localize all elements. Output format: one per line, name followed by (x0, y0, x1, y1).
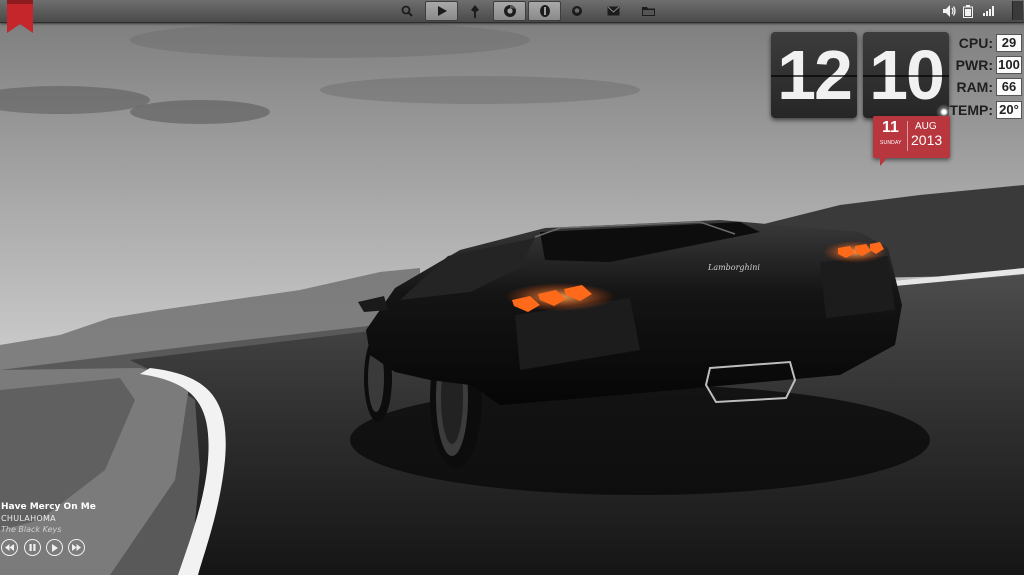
tray-volume-button[interactable] (942, 3, 956, 19)
cpu-value: 29 (996, 34, 1022, 52)
date-divider (907, 121, 908, 151)
show-desktop-icon[interactable] (1012, 1, 1023, 20)
play-button[interactable] (46, 539, 63, 556)
pwr-label: PWR: (955, 57, 993, 73)
mail-icon (607, 6, 619, 16)
cpu-label: CPU: (958, 35, 993, 51)
track-album: CHULAHOMA (1, 514, 56, 523)
system-tray (942, 0, 1024, 22)
svg-text:Lamborghini: Lamborghini (707, 263, 760, 272)
tray-network-button[interactable] (982, 3, 996, 19)
dock-chrome-button[interactable] (493, 1, 526, 21)
previous-track-button[interactable] (1, 539, 18, 556)
folder-icon (641, 7, 655, 16)
clock-hours-text: 12 (777, 36, 853, 114)
dock-security-button[interactable] (528, 1, 561, 21)
next-icon (72, 544, 81, 551)
clock-minutes-text: 10 (869, 36, 945, 114)
volume-icon (942, 5, 956, 17)
dock-plugin-button[interactable] (460, 1, 490, 21)
dock-github-button[interactable] (562, 1, 592, 21)
plugin-icon (471, 4, 479, 18)
bookmark-ribbon-icon[interactable] (7, 0, 33, 33)
pause-icon (29, 544, 36, 551)
clock-hours: 12 (771, 32, 857, 118)
date-weekday: SUNDAY (880, 140, 902, 146)
dock-search-button[interactable] (392, 1, 422, 21)
track-title: Have Mercy On Me (1, 502, 96, 512)
dock-folder-button[interactable] (633, 1, 663, 21)
github-icon (572, 6, 582, 16)
date-day: 11 (882, 119, 899, 136)
pwr-value: 100 (996, 56, 1022, 74)
previous-icon (5, 544, 14, 551)
wifi-signal-icon (982, 6, 994, 16)
play-icon (52, 543, 58, 552)
dock-mail-button[interactable] (598, 1, 628, 21)
temp-label: TEMP: (949, 102, 993, 118)
tray-battery-button[interactable] (962, 3, 974, 19)
play-icon (437, 6, 447, 16)
battery-icon (963, 4, 973, 18)
search-icon (401, 5, 413, 17)
date-tag: 11 SUNDAY AUG 2013 (873, 116, 950, 166)
ram-label: RAM: (956, 79, 993, 95)
date-month: AUG (915, 121, 937, 132)
pause-button[interactable] (24, 539, 41, 556)
track-artist: The Black Keys (1, 525, 62, 534)
next-track-button[interactable] (68, 539, 85, 556)
temp-value: 20° (996, 101, 1022, 119)
shield-icon (539, 5, 550, 17)
ram-value: 66 (996, 78, 1022, 96)
dock-media-button[interactable] (425, 1, 458, 21)
date-year: 2013 (911, 132, 943, 148)
chrome-icon (503, 4, 516, 17)
